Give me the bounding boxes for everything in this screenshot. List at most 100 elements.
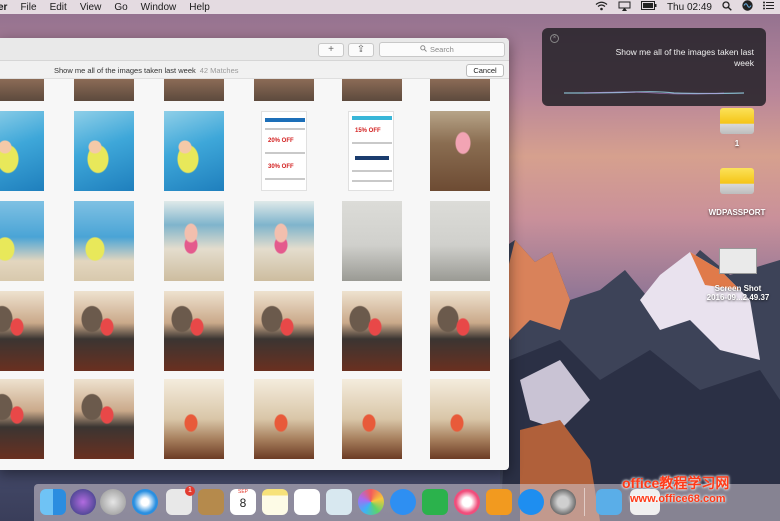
photo-grid: 20% OFF 30% OFF 15% OFF [0, 79, 509, 470]
photo-thumbnail[interactable] [430, 79, 490, 101]
drive-icon [720, 168, 754, 194]
menu-edit[interactable]: Edit [50, 2, 67, 13]
itunes-icon[interactable] [454, 489, 480, 515]
desktop-drive-1[interactable]: 1 [714, 108, 760, 148]
photo-thumbnail[interactable] [74, 291, 134, 371]
watermark-logo: office教程学习网 www.office68.com [622, 473, 729, 505]
photos-window: + ⇪ Search Show me all of the images tak… [0, 38, 509, 470]
photo-thumbnail[interactable] [430, 201, 490, 281]
system-preferences-icon[interactable] [550, 489, 576, 515]
mail-badge: 1 [185, 486, 195, 496]
photo-thumbnail[interactable] [342, 379, 402, 459]
photo-thumbnail[interactable] [0, 291, 44, 371]
photo-thumbnail[interactable] [0, 111, 44, 191]
photo-thumbnail[interactable] [164, 201, 224, 281]
add-button[interactable]: + [318, 43, 344, 57]
siri-panel: × Show me all of the images taken last w… [542, 28, 766, 106]
calendar-icon[interactable]: SEP 8 [230, 489, 256, 515]
maps-icon[interactable] [326, 489, 352, 515]
calendar-day: 8 [239, 496, 247, 510]
launchpad-icon[interactable] [100, 489, 126, 515]
search-icon [420, 43, 427, 56]
spotlight-icon[interactable] [722, 0, 732, 14]
file-label-line1: Screen Shot [714, 284, 762, 293]
photo-thumbnail[interactable] [254, 79, 314, 101]
airplay-icon[interactable] [618, 1, 631, 14]
photo-thumbnail[interactable] [430, 291, 490, 371]
photo-thumbnail[interactable] [164, 111, 224, 191]
search-input[interactable]: Search [379, 42, 505, 57]
downloads-folder-icon[interactable] [596, 489, 622, 515]
photo-thumbnail[interactable] [74, 111, 134, 191]
file-label-line2: 2016-09...2.49.37 [706, 293, 770, 302]
menu-go[interactable]: Go [114, 2, 127, 13]
contacts-icon[interactable] [198, 489, 224, 515]
wifi-icon[interactable] [595, 1, 608, 14]
siri-query-text: Show me all of the images taken last wee… [615, 47, 754, 68]
siri-icon[interactable] [742, 0, 753, 14]
battery-icon[interactable] [640, 1, 657, 13]
photos-icon[interactable] [358, 489, 384, 515]
share-button[interactable]: ⇪ [348, 43, 374, 57]
photo-thumbnail[interactable] [430, 379, 490, 459]
messages-icon[interactable] [390, 489, 416, 515]
siri-dock-icon[interactable] [70, 489, 96, 515]
photo-thumbnail[interactable] [164, 291, 224, 371]
photo-thumbnail[interactable]: 20% OFF 30% OFF [261, 111, 307, 191]
window-toolbar: + ⇪ Search [0, 38, 509, 61]
photo-thumbnail[interactable] [0, 201, 44, 281]
menu-file[interactable]: File [20, 2, 36, 13]
calendar-month: SEP [237, 489, 248, 495]
query-text: Show me all of the images taken last wee… [54, 66, 196, 75]
watermark-line2: www.office68.com [630, 493, 726, 505]
ad-discount-3: 15% OFF [355, 128, 381, 134]
menu-window[interactable]: Window [141, 2, 177, 13]
photo-thumbnail[interactable] [342, 291, 402, 371]
finder-icon[interactable] [40, 489, 66, 515]
ad-discount-2: 30% OFF [268, 164, 294, 170]
ad-discount-1: 20% OFF [268, 138, 294, 144]
search-query: Show me all of the images taken last wee… [54, 66, 239, 75]
reminders-icon[interactable] [294, 489, 320, 515]
mail-icon[interactable]: 1 [166, 486, 195, 515]
screenshot-icon [719, 248, 757, 274]
photo-thumbnail[interactable] [74, 79, 134, 101]
menu-bar: er File Edit View Go Window Help Thu 02:… [0, 0, 780, 14]
cancel-button[interactable]: Cancel [466, 64, 504, 77]
menu-view[interactable]: View [80, 2, 102, 13]
photo-thumbnail[interactable] [254, 379, 314, 459]
notes-icon[interactable] [262, 489, 288, 515]
photo-thumbnail[interactable] [164, 79, 224, 101]
notification-center-icon[interactable] [763, 1, 774, 13]
dock-separator [584, 488, 585, 516]
desktop-screenshot-file[interactable]: Screen Shot 2016-09...2.49.37 [700, 248, 776, 302]
clock[interactable]: Thu 02:49 [667, 2, 712, 13]
photo-thumbnail[interactable] [0, 79, 44, 101]
match-count: 42 Matches [199, 66, 239, 75]
watermark-line1: office教程学习网 [622, 475, 730, 491]
photo-thumbnail[interactable]: 15% OFF [348, 111, 394, 191]
desktop-drive-wdpassport[interactable]: WDPASSPORT [704, 168, 770, 217]
photo-thumbnail[interactable] [0, 379, 44, 459]
photo-thumbnail[interactable] [430, 111, 490, 191]
photo-thumbnail[interactable] [164, 379, 224, 459]
drive-label: 1 [734, 139, 740, 148]
photo-thumbnail[interactable] [342, 79, 402, 101]
search-placeholder: Search [430, 45, 454, 54]
drive-icon [720, 108, 754, 134]
photo-thumbnail[interactable] [74, 201, 134, 281]
menu-help[interactable]: Help [189, 2, 210, 13]
safari-icon[interactable] [132, 489, 158, 515]
app-menu[interactable]: er [0, 2, 7, 13]
photo-thumbnail[interactable] [74, 379, 134, 459]
ibooks-icon[interactable] [486, 489, 512, 515]
search-results-bar: Show me all of the images taken last wee… [0, 61, 509, 79]
facetime-icon[interactable] [422, 489, 448, 515]
siri-waveform [564, 91, 744, 95]
photo-thumbnail[interactable] [254, 201, 314, 281]
drive-label: WDPASSPORT [708, 208, 766, 217]
app-store-icon[interactable] [518, 489, 544, 515]
close-icon[interactable]: × [550, 34, 559, 43]
photo-thumbnail[interactable] [342, 201, 402, 281]
photo-thumbnail[interactable] [254, 291, 314, 371]
